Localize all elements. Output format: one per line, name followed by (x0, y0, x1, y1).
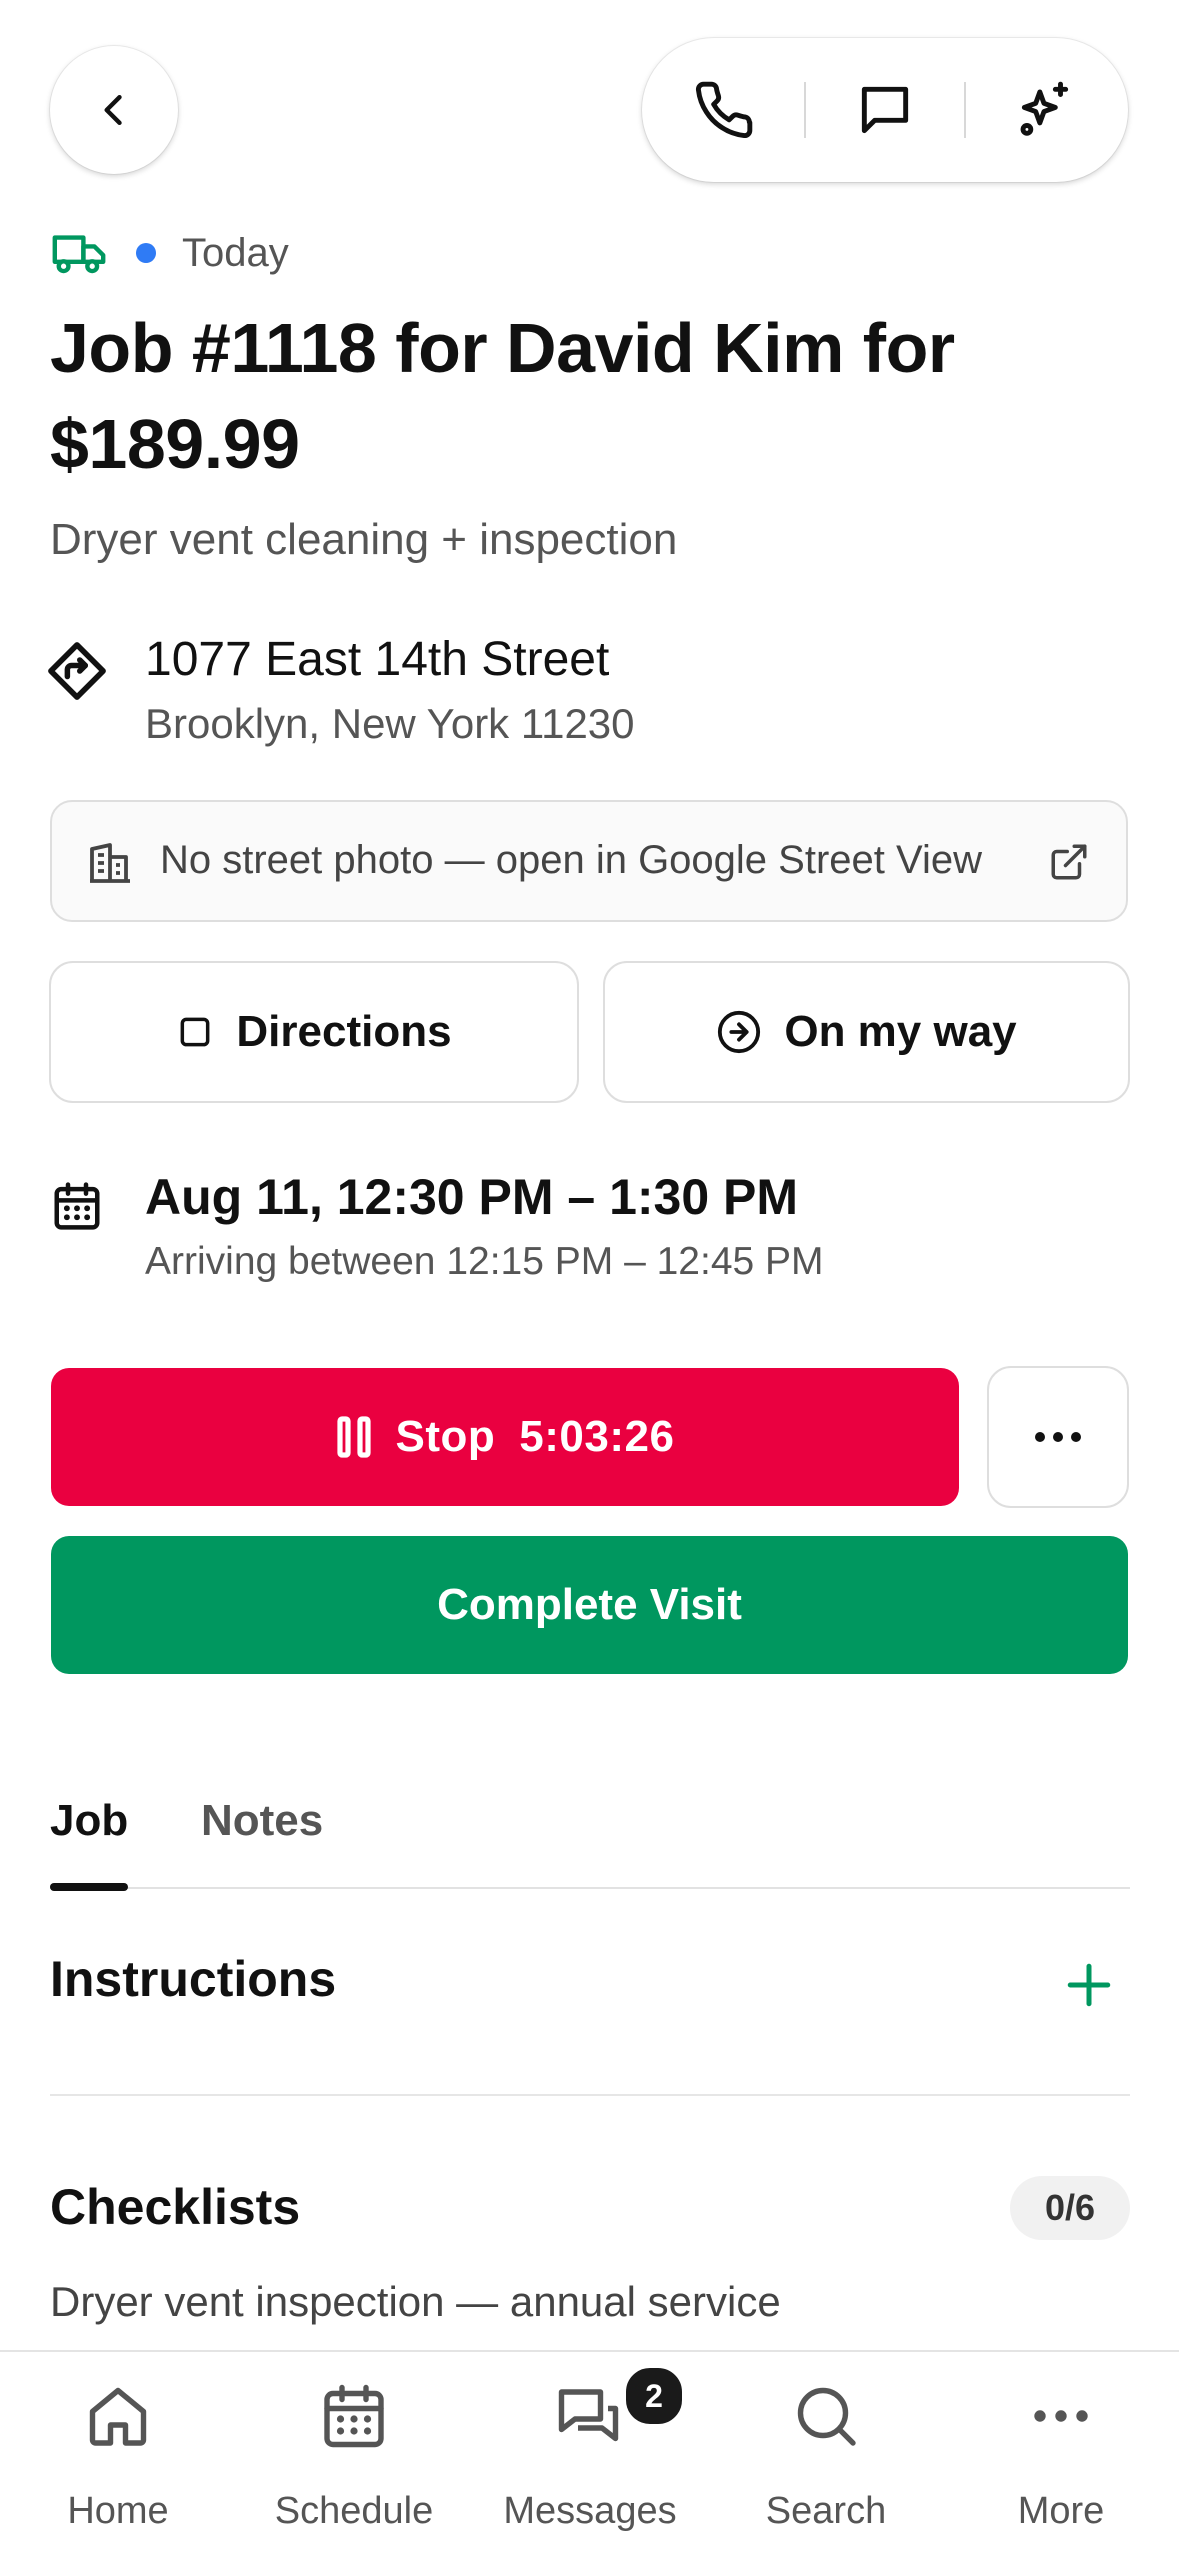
message-button[interactable] (805, 38, 965, 182)
building-icon (90, 843, 130, 883)
calendar-icon (324, 2384, 384, 2448)
on-my-way-label: On my way (784, 1007, 1017, 1056)
street-view-link[interactable]: No street photo — open in Google Street … (50, 800, 1128, 922)
job-description: Dryer vent cleaning + inspection (50, 515, 678, 564)
directions-diamond-icon (44, 638, 110, 704)
bottom-nav: Home Schedule 2 Messages Search More (0, 2350, 1179, 2558)
contact-actions (642, 38, 1128, 182)
complete-visit-label: Complete Visit (437, 1580, 742, 1629)
chevron-left-icon (104, 94, 122, 126)
messages-icon (558, 2389, 619, 2442)
checklist-count-badge: 0/6 (1010, 2176, 1130, 2240)
calendar-icon (50, 1178, 104, 1234)
tabs-divider (50, 1887, 1130, 1889)
nav-more-label: More (1017, 2490, 1105, 2532)
more-options-button[interactable] (987, 1366, 1129, 1508)
address-line-1: 1077 East 14th Street (145, 633, 610, 686)
nav-home[interactable]: Home (0, 2352, 236, 2558)
sparkles-icon (1020, 81, 1069, 136)
nav-more[interactable]: More (943, 2352, 1179, 2558)
arrow-circle-right-icon (718, 1010, 761, 1054)
home-icon (89, 2387, 147, 2446)
add-instruction-button[interactable] (1064, 1960, 1114, 2010)
back-button[interactable] (50, 46, 178, 174)
more-icon (1034, 2410, 1088, 2422)
messages-badge: 2 (622, 2364, 686, 2428)
address-line-2: Brooklyn, New York 11230 (145, 700, 635, 747)
job-title: Job #1118 for David Kim for $189.99 (50, 309, 955, 483)
pause-icon (336, 1416, 371, 1458)
ai-assist-button[interactable] (965, 38, 1125, 182)
nav-search-label: Search (765, 2490, 887, 2532)
nav-messages[interactable]: 2 Messages (472, 2352, 708, 2558)
nav-search[interactable]: Search (708, 2352, 944, 2558)
nav-messages-label: Messages (503, 2490, 677, 2532)
stop-label: Stop (395, 1412, 496, 1461)
nav-schedule[interactable]: Schedule (236, 2352, 472, 2558)
nav-schedule-label: Schedule (274, 2490, 434, 2532)
tab-notes[interactable]: Notes (201, 1796, 323, 1846)
square-icon (180, 1017, 210, 1047)
directions-button[interactable]: Directions (49, 961, 579, 1103)
visit-time: Aug 11, 12:30 PM – 1:30 PM (145, 1169, 799, 1225)
call-button[interactable] (644, 38, 804, 182)
section-divider (50, 2094, 1130, 2096)
tab-job[interactable]: Job (50, 1796, 128, 1846)
job-status-row: Today (50, 226, 289, 280)
complete-visit-button[interactable]: Complete Visit (51, 1536, 1128, 1674)
arrival-window: Arriving between 12:15 PM – 12:45 PM (145, 1240, 824, 1283)
search-icon (797, 2387, 856, 2446)
stop-timer-button[interactable]: Stop 5:03:26 (51, 1368, 959, 1506)
checklists-heading: Checklists (50, 2179, 301, 2235)
instructions-heading: Instructions (50, 1951, 337, 2007)
on-my-way-button[interactable]: On my way (603, 961, 1130, 1103)
nav-home-label: Home (67, 2490, 169, 2532)
active-tab-indicator (50, 1883, 128, 1891)
truck-icon (52, 235, 106, 274)
external-link-icon (1051, 844, 1087, 880)
status-label: Today (182, 230, 289, 275)
chat-bubble-icon (861, 86, 909, 134)
phone-icon (695, 81, 753, 139)
directions-label: Directions (236, 1007, 452, 1056)
timer-value: 5:03:26 (519, 1412, 675, 1461)
status-dot (136, 243, 156, 263)
street-view-label: No street photo — open in Google Street … (160, 838, 982, 882)
plus-icon (1067, 1963, 1111, 2007)
checklist-item[interactable]: Dryer vent inspection — annual service (50, 2278, 781, 2326)
ellipsis-icon (1035, 1432, 1081, 1442)
